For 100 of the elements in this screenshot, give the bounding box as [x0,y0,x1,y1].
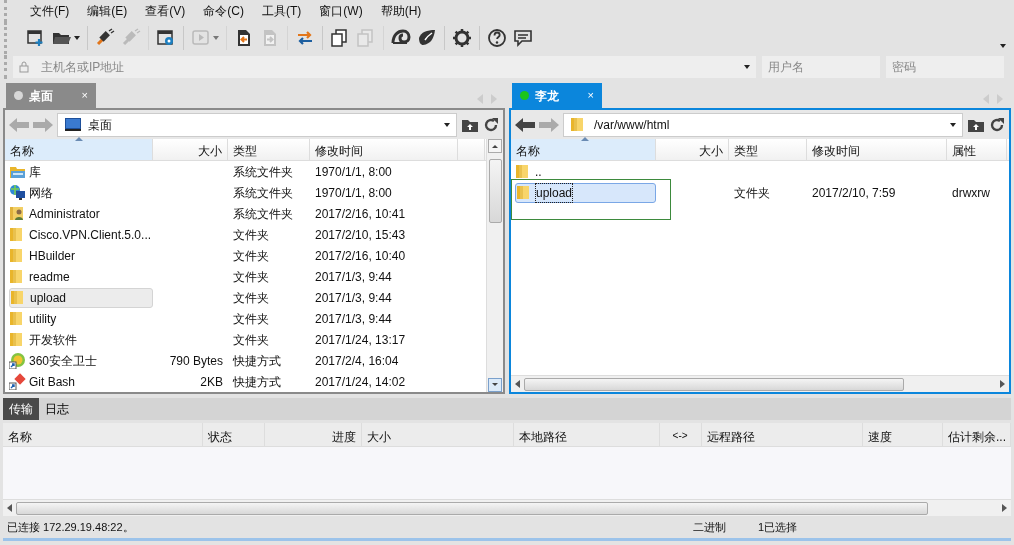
scroll-left-icon [7,504,12,512]
password-field[interactable]: 密码 [886,56,1004,78]
connection-status: 已连接 172.29.19.48:22。 [6,519,134,535]
menu-item[interactable]: 窗口(W) [310,0,372,22]
session-tab[interactable]: 李龙 × [512,83,602,108]
scrollbar-thumb[interactable] [16,501,928,515]
file-size: 790 Bytes [169,353,223,368]
column-header[interactable]: 大小 [362,423,514,446]
column-header[interactable]: 本地路径 [513,423,660,446]
new-window-icon [26,28,46,48]
menu-item[interactable]: 帮助(H) [371,0,431,22]
network-icon [9,184,26,201]
user-folder-icon [9,205,26,222]
file-type: 文件夹 [233,269,269,284]
play-icon [191,28,211,48]
file-type: 文件夹 [233,227,269,242]
leaf-icon [417,28,437,48]
modified-date: 2017/2/4, 16:04 [315,353,399,368]
column-header[interactable]: 修改时间 [807,139,947,160]
horizontal-scrollbar[interactable] [3,499,1011,516]
username-field[interactable]: 用户名 [762,56,880,78]
modified-date: 2017/1/3, 9:44 [315,311,392,326]
shortcut-icon [9,373,26,390]
scroll-down-icon [488,378,502,392]
file-name[interactable]: Cisco.VPN.Client.5.0... [9,224,151,245]
file-name[interactable]: upload [515,182,656,203]
scroll-right-icon [1000,380,1005,388]
path-field[interactable]: /var/www/html [563,112,963,137]
column-header[interactable]: 名称 [511,139,656,160]
menu-item[interactable]: 查看(V) [136,0,195,22]
dropdown-caret-icon[interactable] [444,122,450,127]
file-name[interactable]: upload [9,287,153,308]
column-header[interactable]: 远程路径 [701,423,864,446]
column-header[interactable]: 大小 [656,139,729,160]
file-type: 系统文件夹 [233,164,293,179]
column-header[interactable]: 大小 [153,139,228,160]
file-type: 系统文件夹 [233,185,293,200]
scroll-right-icon [1002,504,1007,512]
refresh-icon[interactable] [989,116,1005,133]
scrollbar-thumb[interactable] [488,159,502,223]
close-tab-button[interactable]: × [587,87,594,104]
modified-date: 2017/1/24, 14:02 [315,374,406,389]
dropdown-caret-icon[interactable] [744,65,750,69]
file-type: 文件夹 [233,248,269,263]
connected-dot-icon [520,91,529,100]
caret-icon [74,36,80,40]
column-header[interactable]: 估计剩余... [943,423,1011,446]
file-name[interactable]: readme [9,266,151,287]
file-type: 文件夹 [233,332,269,347]
file-name[interactable]: .. [515,161,654,182]
column-header[interactable]: 进度 [265,423,363,446]
column-header[interactable]: 名称 [3,423,203,446]
scrollbar-thumb[interactable] [524,377,904,391]
scroll-left-icon [515,380,520,388]
file-type: 文件夹 [734,185,770,200]
sort-arrow-icon [75,137,83,141]
menu-item[interactable]: 命令(C) [194,0,253,22]
column-header[interactable]: 类型 [228,139,310,160]
transfer-mode: 二进制 [692,519,726,535]
file-type: 系统文件夹 [233,206,293,221]
file-name[interactable]: Git Bash [9,371,151,392]
file-name[interactable]: 360安全卫士 [9,350,151,371]
menu-item[interactable]: 工具(T) [253,0,311,22]
menu-item[interactable]: 编辑(E) [78,0,137,22]
file-name[interactable]: HBuilder [9,245,151,266]
back-arrow-icon[interactable] [515,116,535,133]
help-icon [487,28,507,48]
dropdown-caret-icon[interactable] [950,122,956,127]
file-size: 2KB [200,374,223,389]
file-type: 文件夹 [233,311,269,326]
file-name[interactable]: 库 [9,161,151,182]
column-header[interactable]: 修改时间 [310,139,458,160]
settings-window-icon [156,28,176,48]
panel-tab[interactable]: 日志 [39,398,75,420]
column-header[interactable]: <-> [659,423,702,446]
column-header[interactable]: 属性 [947,139,1007,160]
file-name[interactable]: 开发软件 [9,329,151,350]
column-header[interactable]: 名称 [5,139,153,160]
chat-icon [513,28,533,48]
plug-icon [121,28,141,48]
overflow-caret-icon[interactable] [1000,44,1006,48]
refresh-icon[interactable] [483,116,499,133]
sort-arrow-icon [581,137,589,141]
copy-icon [330,28,350,48]
column-header[interactable]: 速度 [863,423,943,446]
modified-date: 2017/1/3, 9:44 [315,290,392,305]
column-header[interactable]: 状态 [202,423,266,446]
modified-date: 2017/1/24, 13:17 [315,332,406,347]
menu-item[interactable]: 文件(F) [21,0,79,22]
vertical-scrollbar[interactable] [486,139,503,392]
horizontal-scrollbar[interactable] [511,375,1009,392]
path-field[interactable]: 桌面 [57,112,457,137]
shortcut-icon [9,352,26,369]
file-name[interactable]: Administrator [9,203,151,224]
file-name[interactable]: 网络 [9,182,151,203]
panel-tab[interactable]: 传输 [3,398,39,420]
column-header[interactable]: 类型 [729,139,807,160]
modified-date: 1970/1/1, 8:00 [315,185,392,200]
file-name[interactable]: utility [9,308,151,329]
status-dot-icon [14,91,23,100]
